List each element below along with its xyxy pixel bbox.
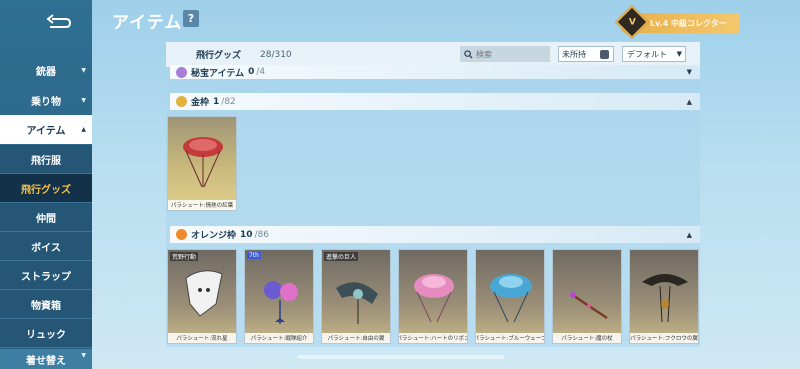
sidebar-item-flight-goods[interactable]: 飛行グッズ <box>0 174 92 203</box>
sidebar-item-label: 着せ替え <box>26 356 66 367</box>
item-caption: パラシュート:ブルーウェーブ <box>476 333 544 343</box>
sidebar: 銃器 ▼ 乗り物 ▼ アイテム ▲ 飛行服 飛行グッズ 仲間 ボイス ストラップ… <box>0 0 92 369</box>
item-caption: パラシュート:自由の翼 <box>322 333 390 343</box>
sidebar-item-voice[interactable]: ボイス <box>0 232 92 261</box>
section-orange[interactable]: オレンジ枠 10 /86 ▲ <box>170 226 700 243</box>
sidebar-item-label: 乗り物 <box>31 97 61 108</box>
item-card[interactable]: パラシュート:フクロウの翼 <box>629 249 699 344</box>
gold-frame-icon <box>176 96 187 107</box>
sidebar-item-companion[interactable]: 仲間 <box>0 203 92 232</box>
sidebar-item-label: 飛行グッズ <box>21 184 71 196</box>
collab-tag: 7th <box>247 252 261 259</box>
parachute-icon <box>264 281 298 324</box>
sort-dropdown[interactable]: デフォルト ▼ <box>622 46 686 62</box>
help-button[interactable]: ? <box>183 10 199 27</box>
page-title: アイテム <box>112 13 183 33</box>
sidebar-item-label: 銃器 <box>36 67 56 78</box>
sidebar-item-backpack[interactable]: リュック <box>0 319 92 348</box>
item-caption: パラシュート:ハートのリボン <box>399 333 467 343</box>
back-button[interactable] <box>40 10 76 36</box>
item-card[interactable]: パラシュート:ブルーウェーブ <box>475 249 545 344</box>
section-total: /86 <box>254 229 270 240</box>
chevron-down-icon: ▼ <box>81 97 86 104</box>
sidebar-item-label: 仲間 <box>36 213 56 225</box>
chevron-down-icon: ▼ <box>81 67 86 74</box>
search-input[interactable] <box>476 49 546 59</box>
sidebar-item-flight-suit[interactable]: 飛行服 <box>0 145 92 174</box>
sidebar-item-supply-box[interactable]: 物資箱 <box>0 290 92 319</box>
section-owned: 10 <box>240 229 253 240</box>
sidebar-item-guns[interactable]: 銃器 ▼ <box>0 56 92 85</box>
unowned-toggle[interactable]: 未所持 <box>558 46 614 62</box>
collapse-toggle-icon[interactable]: ▲ <box>687 98 692 106</box>
section-owned: 0 <box>248 67 255 77</box>
item-caption: パラシュート:魔の杖 <box>553 333 621 343</box>
unowned-label: 未所持 <box>562 49 586 59</box>
collab-tag: 進撃の巨人 <box>324 252 359 261</box>
parachute-icon <box>642 274 688 323</box>
item-caption: パラシュート:フクロウの翼 <box>630 333 698 343</box>
search-box[interactable] <box>460 46 550 62</box>
sidebar-item-strap[interactable]: ストラップ <box>0 261 92 290</box>
collector-rank-letter: V <box>628 17 636 27</box>
section-name: 秘宝アイテム <box>191 68 245 79</box>
collab-tag: 荒野行動 <box>170 252 199 261</box>
parachute-icon <box>490 274 532 323</box>
collector-badge[interactable]: V Lv.4 中級コレクター <box>615 5 740 39</box>
collapse-toggle-icon[interactable]: ▲ <box>687 231 692 239</box>
sidebar-item-vehicles[interactable]: 乗り物 ▼ <box>0 86 92 115</box>
item-caption: パラシュート:流れ星 <box>168 333 236 343</box>
section-total: /4 <box>256 67 266 77</box>
section-name: 金枠 <box>191 98 210 108</box>
chevron-down-icon: ▼ <box>81 352 86 359</box>
parachute-icon <box>336 282 378 324</box>
filter-toolbar: 飛行グッズ 28/310 未所持 デフォルト ▼ <box>166 42 700 67</box>
item-caption: パラシュート:戦隊紹介 <box>245 333 313 343</box>
sidebar-item-label: ボイス <box>31 242 61 254</box>
section-treasure[interactable]: 秘宝アイテム 0 /4 ▼ <box>170 65 700 79</box>
horizontal-scrollbar[interactable] <box>298 355 504 359</box>
sidebar-item-label: ストラップ <box>21 271 71 283</box>
item-card[interactable]: パラシュート:魔の杖 <box>552 249 622 344</box>
orange-frame-icon <box>176 229 187 240</box>
parachute-icon <box>414 274 454 323</box>
collapse-toggle-icon[interactable]: ▼ <box>687 68 692 76</box>
sidebar-item-dressup[interactable]: 着せ替え ▼ <box>0 349 92 369</box>
dropdown-arrow-icon: ▼ <box>676 50 682 58</box>
item-caption: パラシュート:情熱の紅葉 <box>168 200 236 210</box>
parachute-icon <box>183 137 223 188</box>
sidebar-item-items[interactable]: アイテム ▲ <box>0 115 92 144</box>
sidebar-item-label: アイテム <box>26 126 66 137</box>
item-card[interactable]: 荒野行動 パラシュート:流れ星 <box>167 249 237 344</box>
search-icon <box>464 49 473 59</box>
back-arrow-icon <box>46 14 72 28</box>
toggle-box-icon <box>600 49 609 59</box>
collector-rank-icon: V <box>615 5 649 39</box>
section-gold[interactable]: 金枠 1 /82 ▲ <box>170 93 700 110</box>
section-total: /82 <box>221 96 236 107</box>
category-label: 飛行グッズ <box>196 51 242 61</box>
sidebar-item-label: 物資箱 <box>31 300 61 312</box>
parachute-icon <box>185 270 223 317</box>
collector-level-text: Lv.4 中級コレクター <box>650 18 727 28</box>
item-card[interactable]: 進撃の巨人 パラシュート:自由の翼 <box>321 249 391 344</box>
item-card[interactable]: パラシュート:情熱の紅葉 <box>167 116 237 211</box>
section-owned: 1 <box>213 96 220 107</box>
section-name: オレンジ枠 <box>191 231 237 241</box>
item-card[interactable]: 7th パラシュート:戦隊紹介 <box>244 249 314 344</box>
wand-icon <box>570 292 608 320</box>
chevron-up-icon: ▲ <box>81 126 86 133</box>
sort-label: デフォルト <box>627 49 667 59</box>
collection-count: 28/310 <box>260 49 292 60</box>
sidebar-item-label: 飛行服 <box>31 155 61 167</box>
treasure-frame-icon <box>176 66 187 78</box>
sidebar-item-label: リュック <box>26 329 66 341</box>
item-card[interactable]: パラシュート:ハートのリボン <box>398 249 468 344</box>
